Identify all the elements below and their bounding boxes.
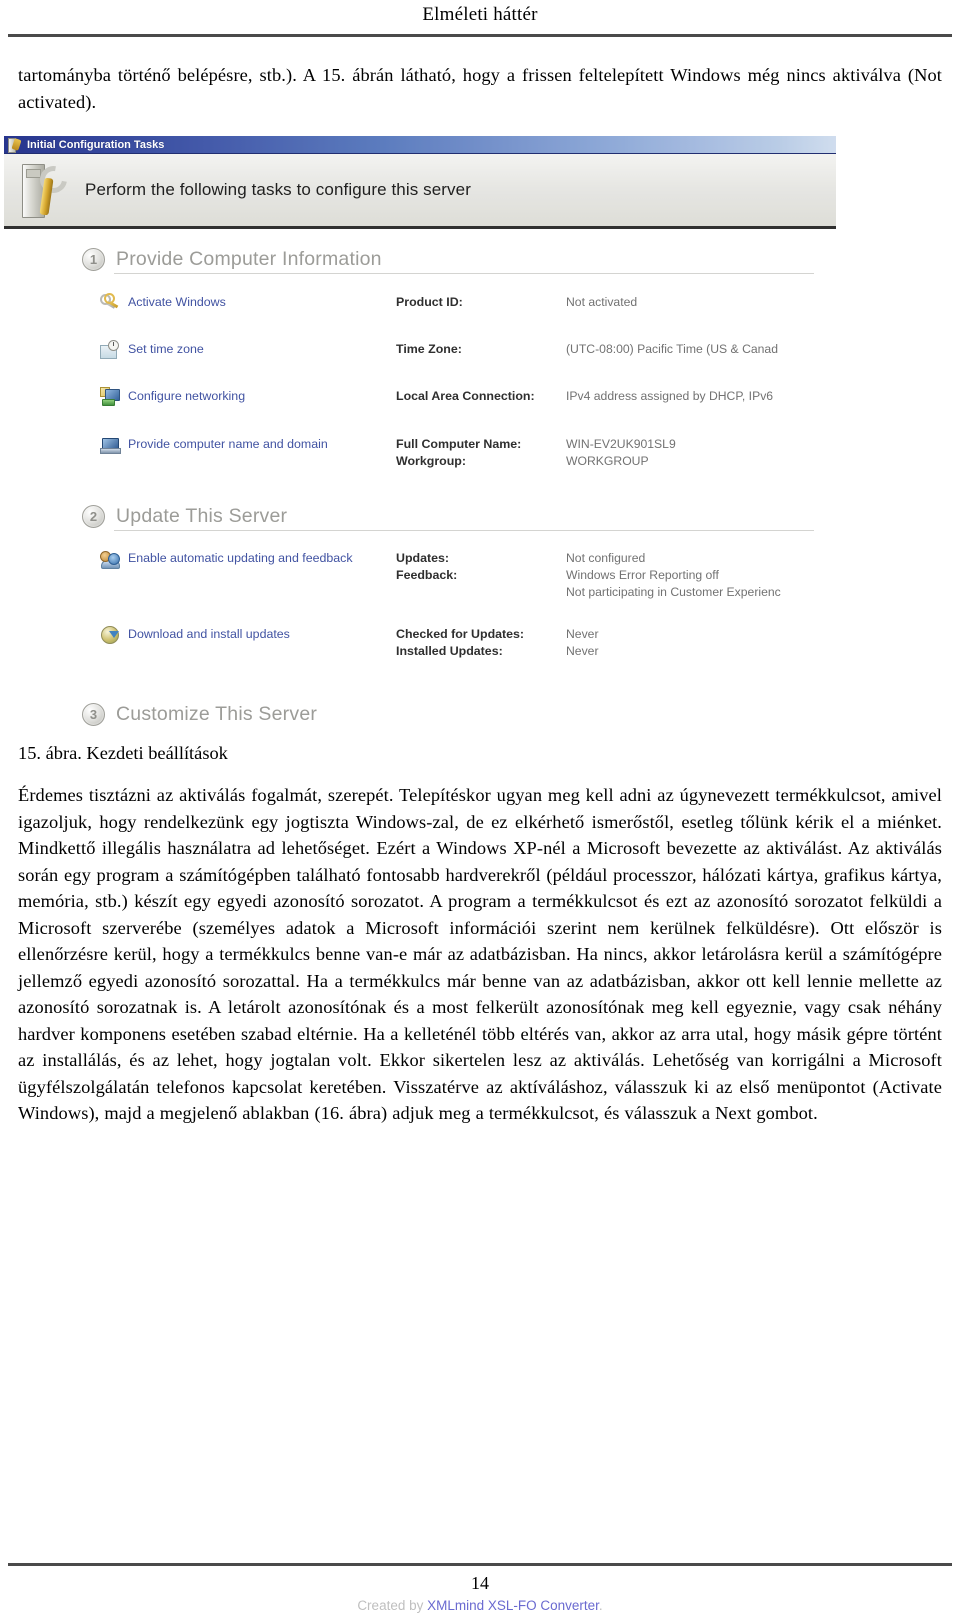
value-text-feedback-2: Not participating in Customer Experienc	[566, 585, 781, 599]
keys-icon	[100, 293, 119, 312]
task-value-local-area-connection: IPv4 address assigned by DHCP, IPv6	[566, 388, 820, 405]
main-text-block: Érdemes tisztázni az aktiválás fogalmát,…	[18, 782, 942, 1127]
footer-divider	[8, 1563, 952, 1566]
value-text-installed-updates: Never	[566, 644, 599, 658]
task-row-configure-networking[interactable]: Configure networking Local Area Connecti…	[100, 387, 820, 406]
server-wrench-icon	[7, 137, 22, 153]
intro-paragraph: tartományba történő belépésre, stb.). A …	[18, 65, 942, 112]
value-text-full-computer-name: WIN-EV2UK901SL9	[566, 437, 676, 451]
section-title-2: Update This Server	[116, 504, 288, 527]
task-value-time-zone: (UTC-08:00) Pacific Time (US & Canad	[566, 341, 820, 358]
task-label-local-area-connection: Local Area Connection:	[396, 388, 566, 405]
screenshot-image: Initial Configuration Tasks Perform the …	[4, 136, 836, 736]
window-title: Initial Configuration Tasks	[27, 138, 165, 151]
converter-credit-prefix: Created by	[357, 1598, 428, 1613]
value-text: (UTC-08:00) Pacific Time (US & Canad	[566, 342, 778, 356]
section-number-3: 3	[82, 702, 105, 726]
value-text: Not activated	[566, 295, 638, 309]
task-value-updates-feedback: Not configured Windows Error Reporting o…	[566, 550, 820, 601]
window-banner: Perform the following tasks to configure…	[4, 154, 836, 229]
figure-caption: 15. ábra. Kezdeti beállítások	[18, 743, 228, 763]
task-value-product-id: Not activated	[566, 294, 820, 311]
value-text-checked-for-updates: Never	[566, 627, 599, 641]
section-header-provide-computer-information: 1 Provide Computer Information	[82, 244, 814, 274]
label-text: Local Area Connection:	[396, 389, 535, 403]
section-number-2: 2	[82, 504, 105, 528]
converter-credit: Created by XMLmind XSL-FO Converter.	[0, 1597, 960, 1615]
intro-block: tartományba történő belépésre, stb.). A …	[18, 62, 942, 115]
task-link-set-time-zone[interactable]: Set time zone	[128, 341, 396, 358]
task-label-updates-feedback: Updates: Feedback:	[396, 550, 566, 584]
main-paragraph: Érdemes tisztázni az aktiválás fogalmát,…	[18, 785, 942, 1123]
task-value-computer-name-workgroup: WIN-EV2UK901SL9 WORKGROUP	[566, 436, 820, 470]
value-text-workgroup: WORKGROUP	[566, 454, 649, 468]
value-text-feedback-1: Windows Error Reporting off	[566, 568, 719, 582]
label-text-workgroup: Workgroup:	[396, 454, 466, 468]
label-text-checked-for-updates: Checked for Updates:	[396, 627, 525, 641]
section-number-1: 1	[82, 247, 105, 271]
value-text-updates: Not configured	[566, 551, 646, 565]
section-rule-1	[114, 273, 814, 274]
task-link-configure-networking[interactable]: Configure networking	[128, 388, 396, 405]
task-label-time-zone: Time Zone:	[396, 341, 566, 358]
section-header-customize-this-server: 3 Customize This Server	[82, 699, 814, 729]
section-rule-2	[114, 530, 814, 531]
users-feedback-icon	[100, 549, 120, 569]
converter-credit-link[interactable]: XMLmind XSL-FO Converter	[427, 1598, 599, 1613]
figure-initial-configuration-tasks: Initial Configuration Tasks Perform the …	[4, 136, 836, 736]
section-header-update-this-server: 2 Update This Server	[82, 501, 814, 531]
task-link-download-and-install-updates[interactable]: Download and install updates	[128, 626, 396, 643]
page-number: 14	[471, 1573, 489, 1593]
task-link-activate-windows[interactable]: Activate Windows	[128, 294, 396, 311]
task-link-provide-computer-name[interactable]: Provide computer name and domain	[128, 436, 396, 453]
converter-credit-suffix: .	[598, 1598, 603, 1613]
network-icon	[100, 387, 120, 406]
label-text-full-computer-name: Full Computer Name:	[396, 437, 522, 451]
section-title-1: Provide Computer Information	[116, 247, 382, 270]
section-title-3: Customize This Server	[116, 702, 318, 725]
label-text-installed-updates: Installed Updates:	[396, 644, 503, 658]
server-wrench-large-icon	[20, 160, 73, 218]
label-text-feedback: Feedback:	[396, 568, 458, 582]
computer-icon	[100, 435, 121, 454]
value-text: IPv4 address assigned by DHCP, IPv6	[566, 389, 774, 403]
clock-icon	[100, 340, 119, 359]
task-label-checked-installed-updates: Checked for Updates: Installed Updates:	[396, 626, 566, 660]
label-text: Time Zone:	[396, 342, 462, 356]
download-updates-icon	[100, 625, 119, 644]
task-label-computer-name-workgroup: Full Computer Name: Workgroup:	[396, 436, 566, 470]
window-titlebar: Initial Configuration Tasks	[4, 136, 836, 154]
task-row-activate-windows[interactable]: Activate Windows Product ID: Not activat…	[100, 293, 820, 312]
task-row-download-and-install-updates[interactable]: Download and install updates Checked for…	[100, 626, 820, 660]
header-divider	[8, 34, 952, 37]
task-label-product-id: Product ID:	[396, 294, 566, 311]
task-row-enable-automatic-updating[interactable]: Enable automatic updating and feedback U…	[100, 550, 820, 601]
running-title: Elméleti háttér	[422, 4, 538, 25]
task-row-provide-computer-name-and-domain[interactable]: Provide computer name and domain Full Co…	[100, 436, 820, 470]
page-running-header: Elméleti háttér	[0, 0, 960, 36]
task-row-set-time-zone[interactable]: Set time zone Time Zone: (UTC-08:00) Pac…	[100, 340, 820, 359]
task-value-checked-installed-updates: Never Never	[566, 626, 820, 660]
task-link-enable-automatic-updating[interactable]: Enable automatic updating and feedback	[128, 550, 396, 567]
label-text-updates: Updates:	[396, 551, 450, 565]
banner-text: Perform the following tasks to configure…	[85, 180, 471, 199]
label-text: Product ID:	[396, 295, 463, 309]
